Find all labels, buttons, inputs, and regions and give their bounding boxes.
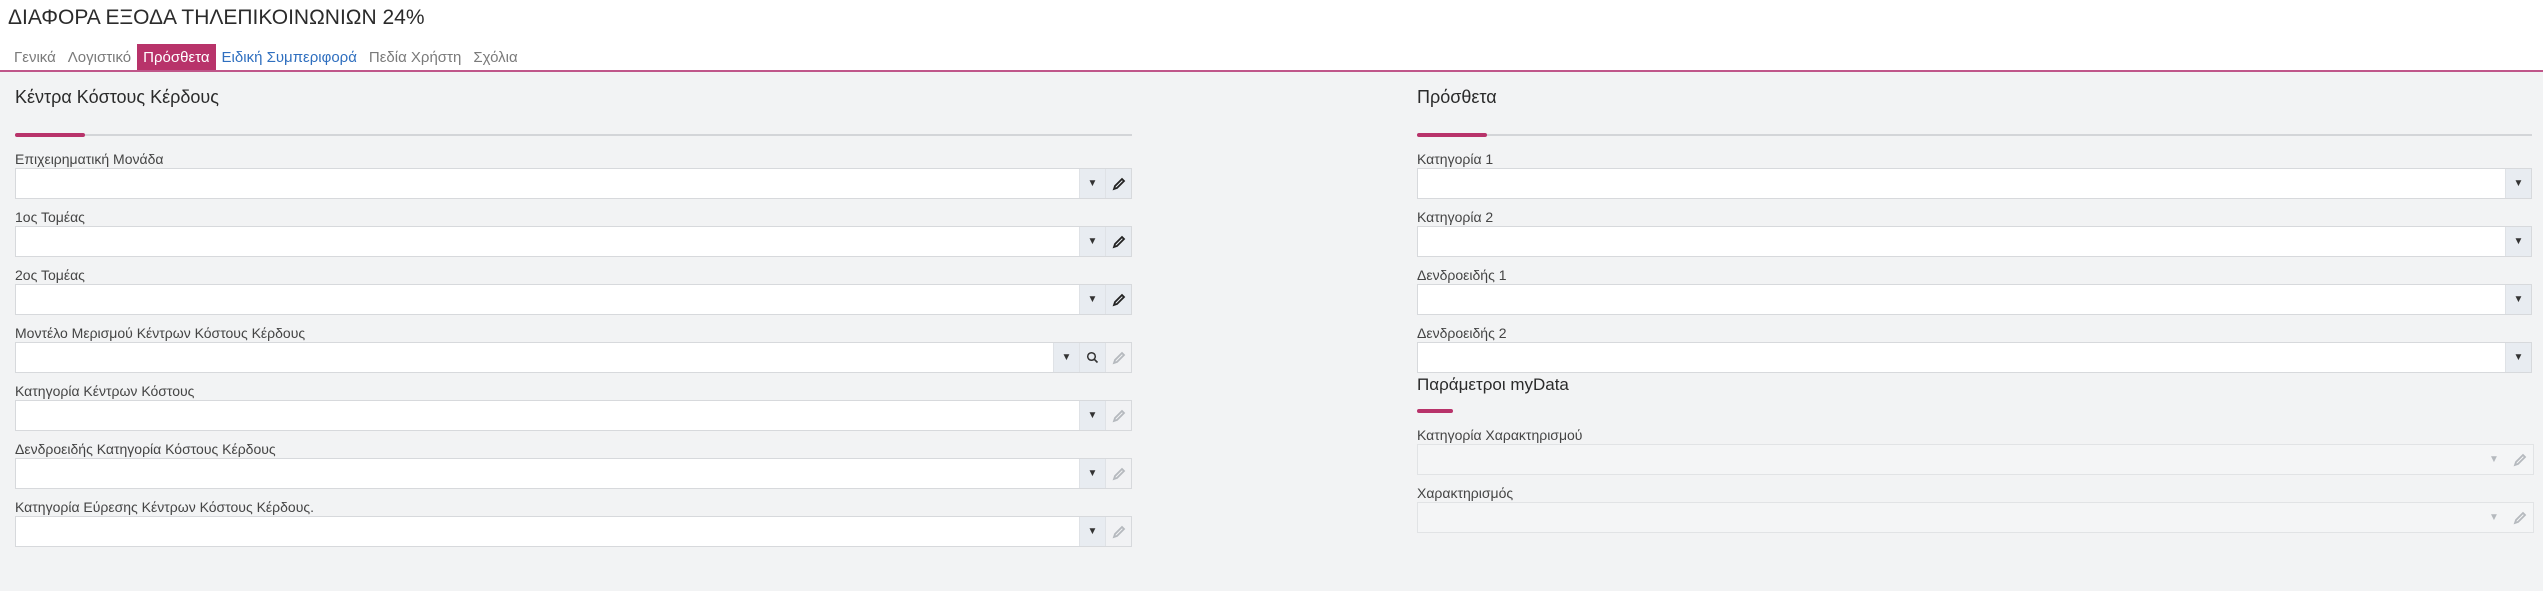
field-classification-category: Κατηγορία Χαρακτηρισμού ▼: [1417, 427, 2534, 481]
chevron-down-icon[interactable]: ▼: [2505, 169, 2531, 198]
category-1-select[interactable]: ▼: [1417, 168, 2532, 199]
cost-center-lookup-category-select[interactable]: ▼: [15, 516, 1132, 547]
chevron-down-icon[interactable]: ▼: [1053, 343, 1079, 372]
tree-cost-category-select[interactable]: ▼: [15, 458, 1132, 489]
section-title: Πρόσθετα: [1417, 87, 1497, 107]
section-divider: [15, 134, 1132, 136]
content-panel: Κέντρα Κόστους Κέρδους Επιχειρηματική Μο…: [0, 72, 2543, 591]
field-tree-2: Δενδροειδής 2 ▼: [1417, 325, 2532, 379]
pencil-icon: [1105, 517, 1131, 546]
allocation-model-select[interactable]: ▼: [15, 342, 1132, 373]
section-title: Κέντρα Κόστους Κέρδους: [15, 87, 219, 107]
field-label: Δενδροειδής 1: [1417, 267, 1507, 283]
pencil-icon: [1105, 343, 1131, 372]
classification-select: ▼: [1417, 502, 2534, 533]
chevron-down-icon[interactable]: ▼: [1079, 401, 1105, 430]
pencil-icon: [1105, 459, 1131, 488]
pencil-icon[interactable]: [1105, 227, 1131, 256]
field-label: Κατηγορία 2: [1417, 209, 1494, 225]
section-divider: [1417, 134, 2532, 136]
field-tree-cost-category: Δενδροειδής Κατηγορία Κόστους Κέρδους ▼: [15, 441, 1132, 495]
pencil-icon[interactable]: [1105, 285, 1131, 314]
tab-general[interactable]: Γενικά: [8, 44, 62, 70]
chevron-down-icon: ▼: [2489, 512, 2499, 523]
field-cost-center-lookup-category: Κατηγορία Εύρεσης Κέντρων Κόστους Κέρδου…: [15, 499, 1132, 553]
chevron-down-icon[interactable]: ▼: [2505, 285, 2531, 314]
chevron-down-icon[interactable]: ▼: [2505, 227, 2531, 256]
chevron-down-icon[interactable]: ▼: [1079, 459, 1105, 488]
tab-accounting[interactable]: Λογιστικό: [62, 44, 137, 70]
section-accent-bar: [1417, 133, 1487, 137]
field-category-2: Κατηγορία 2 ▼: [1417, 209, 2532, 263]
tab-additional[interactable]: Πρόσθετα: [137, 44, 216, 70]
field-label: Δενδροειδής Κατηγορία Κόστους Κέρδους: [15, 441, 276, 457]
search-icon[interactable]: [1079, 343, 1105, 372]
chevron-down-icon[interactable]: ▼: [1079, 227, 1105, 256]
chevron-down-icon[interactable]: ▼: [1079, 517, 1105, 546]
field-sector-2: 2ος Τομέας ▼: [15, 267, 1132, 321]
sector-1-select[interactable]: ▼: [15, 226, 1132, 257]
tree-2-select[interactable]: ▼: [1417, 342, 2532, 373]
tree-1-select[interactable]: ▼: [1417, 284, 2532, 315]
business-unit-select[interactable]: ▼: [15, 168, 1132, 199]
field-label: 1ος Τομέας: [15, 209, 85, 225]
section-accent-bar: [15, 133, 85, 137]
mydata-section: Παράμετροι myData Κατηγορία Χαρακτηρισμο…: [1417, 375, 2534, 535]
chevron-down-icon[interactable]: ▼: [1079, 169, 1105, 198]
tab-comments[interactable]: Σχόλια: [467, 44, 523, 70]
field-cost-center-category: Κατηγορία Κέντρων Κόστους ▼: [15, 383, 1132, 437]
field-label: 2ος Τομέας: [15, 267, 85, 283]
pencil-icon[interactable]: [1105, 169, 1131, 198]
field-label: Μοντέλο Μερισμού Κέντρων Κόστους Κέρδους: [15, 325, 306, 341]
cost-center-category-select[interactable]: ▼: [15, 400, 1132, 431]
field-category-1: Κατηγορία 1 ▼: [1417, 151, 2532, 205]
sector-2-select[interactable]: ▼: [15, 284, 1132, 315]
field-label: Δενδροειδής 2: [1417, 325, 1507, 341]
pencil-icon: [2507, 503, 2533, 532]
field-tree-1: Δενδροειδής 1 ▼: [1417, 267, 2532, 321]
pencil-icon: [2507, 445, 2533, 474]
tab-user-fields[interactable]: Πεδία Χρήστη: [363, 44, 467, 70]
field-label: Κατηγορία Κέντρων Κόστους: [15, 383, 195, 399]
category-2-select[interactable]: ▼: [1417, 226, 2532, 257]
tab-special-behavior[interactable]: Ειδική Συμπεριφορά: [216, 44, 363, 70]
field-classification: Χαρακτηρισμός ▼: [1417, 485, 2534, 539]
tab-bar: Γενικά Λογιστικό Πρόσθετα Ειδική Συμπερι…: [8, 44, 524, 70]
field-sector-1: 1ος Τομέας ▼: [15, 209, 1132, 263]
field-label: Κατηγορία Χαρακτηρισμού: [1417, 427, 1583, 443]
section-title: Παράμετροι myData: [1417, 375, 1569, 394]
classification-category-select: ▼: [1417, 444, 2534, 475]
pencil-icon: [1105, 401, 1131, 430]
field-business-unit: Επιχειρηματική Μονάδα ▼: [15, 151, 1132, 205]
field-label: Χαρακτηρισμός: [1417, 485, 1514, 501]
field-label: Κατηγορία Εύρεσης Κέντρων Κόστους Κέρδου…: [15, 499, 314, 515]
cost-centers-section: Κέντρα Κόστους Κέρδους Επιχειρηματική Μο…: [15, 87, 1132, 567]
page-title: ΔΙΑΦΟΡΑ ΕΞΟΔΑ ΤΗΛΕΠΙΚΟΙΝΩΝΙΩΝ 24%: [8, 6, 425, 29]
field-allocation-model: Μοντέλο Μερισμού Κέντρων Κόστους Κέρδους…: [15, 325, 1132, 379]
field-label: Κατηγορία 1: [1417, 151, 1494, 167]
field-label: Επιχειρηματική Μονάδα: [15, 151, 164, 167]
chevron-down-icon[interactable]: ▼: [1079, 285, 1105, 314]
chevron-down-icon[interactable]: ▼: [2505, 343, 2531, 372]
additional-section: Πρόσθετα Κατηγορία 1 ▼ Κατηγορία 2 ▼ Δεν…: [1417, 87, 2532, 373]
chevron-down-icon: ▼: [2489, 454, 2499, 465]
section-accent-bar: [1417, 409, 1453, 413]
